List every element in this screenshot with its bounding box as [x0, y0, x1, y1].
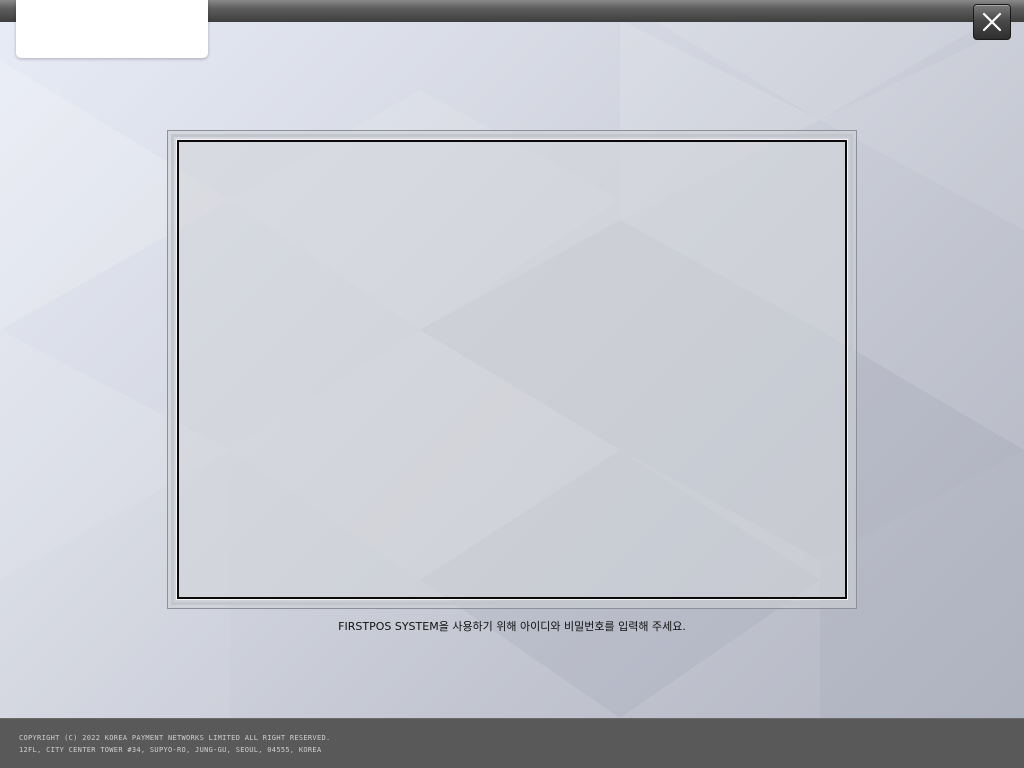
login-instruction: FIRSTPOS SYSTEM을 사용하기 위해 아이디와 비밀번호를 입력해 … — [338, 620, 686, 633]
close-button[interactable] — [973, 4, 1011, 40]
footer: COPYRIGHT (C) 2022 KOREA PAYMENT NETWORK… — [0, 718, 1024, 768]
logo-area — [16, 0, 208, 58]
login-frame-border — [171, 134, 853, 605]
footer-copyright: COPYRIGHT (C) 2022 KOREA PAYMENT NETWORK… — [19, 734, 331, 742]
login-screen: FIRSTPOS SYSTEM을 사용하기 위해 아이디와 비밀번호를 입력해 … — [0, 0, 1024, 768]
login-frame — [167, 130, 857, 609]
close-icon — [982, 12, 1002, 32]
footer-address: 12FL, CITY CENTER TOWER #34, SUPYO-RO, J… — [19, 746, 322, 754]
login-content-area — [176, 139, 848, 600]
